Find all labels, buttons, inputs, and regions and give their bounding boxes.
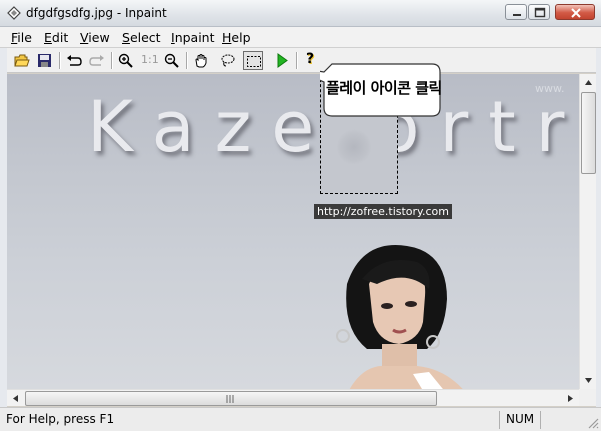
zoom-out-icon	[164, 53, 179, 68]
menu-help-label: elp	[231, 30, 251, 45]
redo-button[interactable]	[87, 51, 107, 70]
scroll-up-icon	[585, 80, 592, 85]
menu-help-accel: H	[222, 30, 232, 45]
photo-subject	[336, 245, 463, 389]
undo-button[interactable]	[64, 51, 84, 70]
scroll-down-button[interactable]	[580, 372, 597, 389]
actual-size-icon: 1:1	[141, 53, 159, 66]
actual-size-button[interactable]: 1:1	[139, 51, 159, 70]
redo-icon	[89, 55, 104, 66]
menu-select-label: elect	[129, 30, 161, 45]
lasso-icon	[221, 54, 235, 67]
menu-file-label: ile	[17, 30, 32, 45]
zoom-in-icon	[118, 53, 133, 68]
play-icon	[277, 53, 288, 68]
menu-view[interactable]: View	[80, 30, 110, 45]
image-canvas[interactable]: www. Kaze ortra http://zofree.tistory.co…	[7, 74, 579, 389]
toolbar-separator	[111, 52, 113, 69]
callout-text: 플레이 아이콘 클릭	[326, 79, 442, 97]
window-title: dfgdfgsdfg.jpg - Inpaint	[26, 6, 167, 20]
menu-edit[interactable]: Edit	[44, 30, 68, 45]
menu-inpaint-label: npaint	[174, 30, 215, 45]
minimize-button[interactable]	[505, 4, 527, 20]
minimize-icon	[513, 14, 521, 16]
scroll-grip-icon	[226, 395, 234, 403]
horizontal-scrollbar[interactable]	[7, 389, 579, 406]
horizontal-scroll-thumb[interactable]	[25, 391, 437, 406]
status-pane-divider	[499, 411, 500, 429]
scroll-right-icon	[568, 395, 573, 402]
menu-view-label: iew	[88, 30, 110, 45]
inpaint-app-icon[interactable]	[7, 6, 21, 20]
scroll-down-icon	[585, 378, 592, 383]
save-icon	[38, 54, 51, 67]
status-num-indicator: NUM	[506, 412, 535, 426]
menu-help[interactable]: Help	[222, 30, 251, 45]
menu-select[interactable]: Select	[122, 30, 161, 45]
window-frame-right	[596, 48, 601, 407]
help-button[interactable]: ?	[301, 51, 321, 70]
maximize-button[interactable]	[528, 4, 550, 20]
help-icon: ?	[306, 51, 315, 67]
toolbar: 1:1 ?	[0, 48, 601, 73]
menu-edit-accel: E	[44, 30, 52, 45]
lasso-button[interactable]	[218, 51, 238, 70]
play-button[interactable]	[272, 51, 292, 70]
status-bar: For Help, press F1 NUM	[0, 407, 601, 431]
menu-file[interactable]: File	[11, 30, 32, 45]
toolbar-separator	[296, 52, 298, 69]
menu-select-accel: S	[122, 30, 130, 45]
scroll-right-button[interactable]	[562, 390, 579, 407]
rect-select-icon	[247, 56, 261, 67]
hand-pan-icon	[195, 54, 207, 68]
scroll-up-button[interactable]	[580, 74, 597, 91]
toolbar-separator	[59, 52, 61, 69]
hand-pan-button[interactable]	[191, 51, 211, 70]
maximize-icon	[534, 7, 546, 18]
menu-bar: File Edit View Select Inpaint Help	[0, 27, 601, 48]
url-watermark: http://zofree.tistory.com	[314, 204, 452, 219]
rect-select-button[interactable]	[243, 51, 263, 70]
scroll-left-button[interactable]	[7, 390, 24, 407]
scroll-left-icon	[13, 395, 18, 402]
close-icon	[571, 8, 581, 18]
scrollbar-corner	[579, 389, 596, 406]
title-bar[interactable]: dfgdfgsdfg.jpg - Inpaint	[0, 0, 601, 27]
menu-inpaint[interactable]: Inpaint	[171, 30, 215, 45]
save-button[interactable]	[35, 51, 55, 70]
vertical-scrollbar[interactable]	[579, 74, 596, 389]
zoom-out-button[interactable]	[162, 51, 182, 70]
vertical-scroll-thumb[interactable]	[581, 92, 596, 174]
zoom-in-button[interactable]	[116, 51, 136, 70]
window-frame-left	[0, 48, 7, 407]
inpaint-area	[337, 129, 371, 165]
undo-icon	[67, 55, 82, 66]
open-folder-icon	[14, 54, 30, 67]
open-button[interactable]	[12, 51, 32, 70]
status-pane-divider	[540, 411, 541, 429]
menu-edit-label: dit	[51, 30, 69, 45]
close-button[interactable]	[555, 4, 595, 20]
status-help-text: For Help, press F1	[6, 412, 115, 426]
resize-grip-icon[interactable]	[587, 417, 599, 429]
toolbar-separator	[186, 52, 188, 69]
